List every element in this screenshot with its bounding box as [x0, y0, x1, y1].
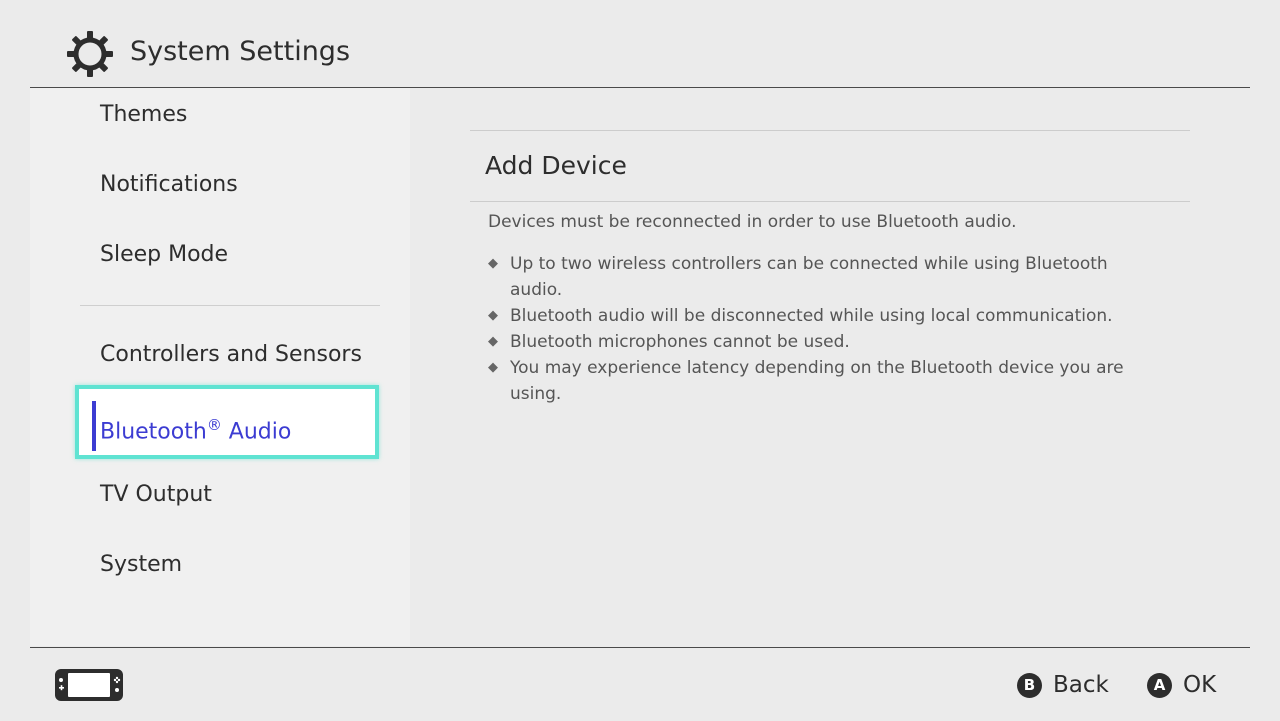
- list-item: ◆ Up to two wireless controllers can be c…: [488, 251, 1148, 303]
- b-button-icon: B: [1017, 672, 1042, 698]
- settings-sidebar: Themes Notifications Sleep Mode Controll…: [30, 88, 410, 646]
- list-item: ◆ Bluetooth audio will be disconnected wh…: [488, 303, 1148, 329]
- footer-bar: B Back A OK: [30, 647, 1250, 721]
- back-button[interactable]: B Back: [1017, 668, 1109, 702]
- sidebar-item-themes[interactable]: Themes: [100, 95, 187, 135]
- sidebar-item-controllers-and-sensors[interactable]: Controllers and Sensors: [100, 335, 362, 375]
- ok-button[interactable]: A OK: [1147, 668, 1216, 702]
- sidebar-item-notifications[interactable]: Notifications: [100, 165, 238, 205]
- content-description: Devices must be reconnected in order to …: [488, 212, 1017, 232]
- diamond-bullet-icon: ◆: [488, 334, 498, 349]
- page-title: System Settings: [130, 36, 351, 67]
- diamond-bullet-icon: ◆: [488, 308, 498, 323]
- selection-indicator: [92, 401, 96, 451]
- content-divider: [470, 201, 1190, 202]
- sidebar-item-label: Bluetooth® Audio: [100, 416, 292, 445]
- list-item: ◆ Bluetooth microphones cannot be used.: [488, 329, 1148, 355]
- diamond-bullet-icon: ◆: [488, 256, 498, 271]
- content-divider-top: [470, 130, 1190, 131]
- ok-label: OK: [1183, 672, 1217, 698]
- sidebar-item-sleep-mode[interactable]: Sleep Mode: [100, 235, 228, 275]
- sidebar-item-tv-output[interactable]: TV Output: [100, 475, 212, 515]
- add-device-button[interactable]: Add Device: [485, 146, 627, 186]
- back-label: Back: [1053, 672, 1109, 698]
- sidebar-item-system[interactable]: System: [100, 545, 182, 585]
- diamond-bullet-icon: ◆: [488, 360, 498, 375]
- sidebar-divider: [80, 305, 380, 306]
- gear-icon: [67, 31, 113, 77]
- header-bar: System Settings: [30, 0, 1250, 88]
- list-item: ◆ You may experience latency depending on…: [488, 355, 1148, 407]
- sidebar-item-bluetooth-audio[interactable]: Bluetooth® Audio: [75, 385, 379, 459]
- notes-list: ◆ Up to two wireless controllers can be c…: [488, 251, 1148, 407]
- handheld-console-icon: [55, 669, 123, 701]
- a-button-icon: A: [1147, 672, 1172, 698]
